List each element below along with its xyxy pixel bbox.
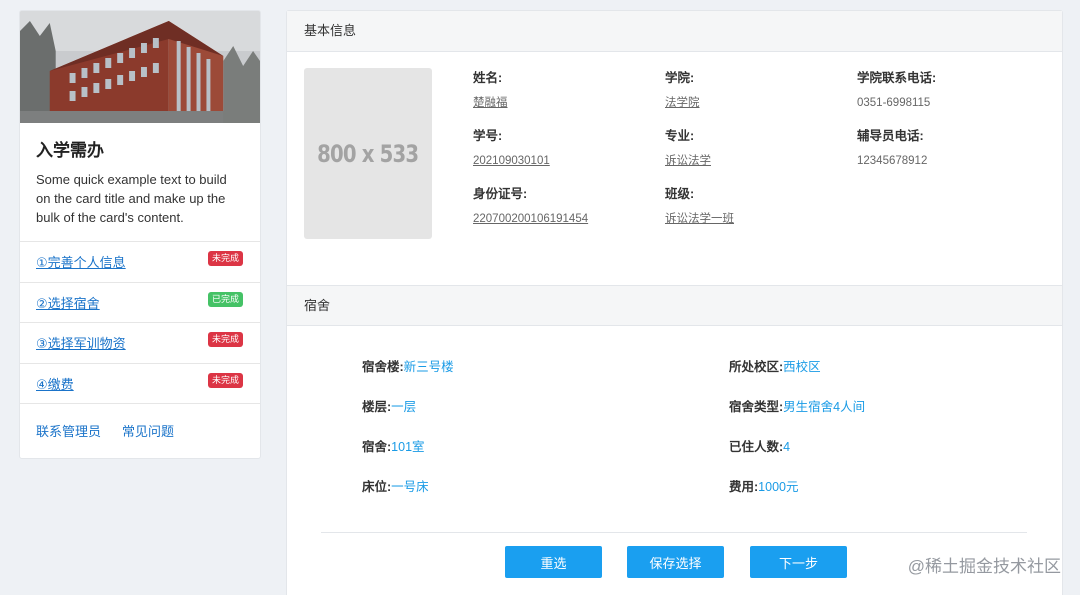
college-phone-label: 学院联系电话:: [857, 71, 937, 85]
floor-field: 楼层:一层: [362, 399, 416, 415]
campus-label: 所处校区:: [729, 360, 784, 374]
list-item: ③选择军训物资 未完成: [20, 323, 260, 364]
card-footer: 联系管理员 常见问题: [20, 404, 260, 457]
student-id-value: 202109030101: [473, 155, 550, 167]
name-label: 姓名:: [473, 71, 503, 85]
fee-value: 1000元: [758, 480, 799, 494]
college-label: 学院:: [665, 71, 695, 85]
list-item: ①完善个人信息 未完成: [20, 242, 260, 283]
building-field: 宿舍楼:新三号楼: [362, 359, 454, 375]
photo-placeholder: 800 x 533: [304, 68, 432, 239]
college-value: 法学院: [665, 97, 700, 109]
class-label: 班级:: [665, 187, 695, 201]
card-title: 入学需办: [36, 141, 104, 160]
college-field: 学院: 法学院: [665, 70, 700, 110]
placeholder-text: 800 x 533: [317, 139, 419, 168]
status-badge: 未完成: [207, 372, 243, 388]
college-phone-value: 0351-6998115: [857, 97, 931, 109]
list-item: ②选择宿舍 已完成: [20, 283, 260, 323]
status-badge: 未完成: [207, 332, 243, 348]
occupants-value: 4: [783, 440, 791, 454]
basic-info-header: 基本信息: [287, 11, 1062, 52]
bed-value: 一号床: [391, 480, 429, 494]
step-link-dorm[interactable]: ②选择宿舍: [36, 293, 100, 312]
major-label: 专业:: [665, 129, 695, 143]
reselect-button[interactable]: 重选: [505, 546, 602, 578]
occupants-field: 已住人数:4: [729, 439, 790, 455]
major-value: 诉讼法学: [665, 155, 711, 167]
student-id-field: 学号: 202109030101: [473, 128, 550, 168]
fee-field: 费用:1000元: [729, 479, 798, 495]
name-value: 楚融福: [473, 97, 508, 109]
status-badge: 已完成: [207, 291, 243, 307]
id-card-value: 220700200106191454: [473, 213, 589, 225]
counselor-phone-value: 12345678912: [857, 155, 928, 167]
status-badge: 未完成: [207, 251, 243, 267]
save-selection-button[interactable]: 保存选择: [627, 546, 724, 578]
bed-field: 床位:一号床: [362, 479, 429, 495]
dorm-type-value: 男生宿舍4人间: [783, 400, 866, 414]
fee-label: 费用:: [729, 480, 759, 494]
dorm-header: 宿舍: [287, 285, 1062, 326]
main-panel: 基本信息 800 x 533 姓名: 楚融福 学号: 202109030101 …: [286, 10, 1063, 595]
faq-link[interactable]: 常见问题: [122, 421, 174, 440]
class-value: 诉讼法学一班: [665, 213, 734, 225]
campus-building-image: [20, 11, 260, 123]
campus-value: 西校区: [783, 360, 821, 374]
floor-value: 一层: [391, 400, 417, 414]
todo-card: 入学需办 Some quick example text to build on…: [19, 10, 261, 459]
dorm-type-label: 宿舍类型:: [729, 400, 784, 414]
building-value: 新三号楼: [403, 360, 454, 374]
occupants-label: 已住人数:: [729, 440, 784, 454]
counselor-phone-field: 辅导员电话: 12345678912: [857, 128, 927, 168]
counselor-phone-label: 辅导员电话:: [857, 129, 924, 143]
dorm-section: 宿舍楼:新三号楼 楼层:一层 宿舍:101室 床位:一号床 所处校区:西校区 宿…: [287, 326, 1062, 578]
room-field: 宿舍:101室: [362, 439, 425, 455]
room-value: 101室: [391, 440, 425, 454]
step-link-personal-info[interactable]: ①完善个人信息: [36, 252, 126, 271]
next-step-button[interactable]: 下一步: [750, 546, 847, 578]
divider: [321, 532, 1027, 533]
step-link-payment[interactable]: ④缴费: [36, 374, 74, 393]
campus-field: 所处校区:西校区: [729, 359, 821, 375]
class-field: 班级: 诉讼法学一班: [665, 186, 734, 226]
step-link-military-supplies[interactable]: ③选择军训物资: [36, 333, 126, 352]
building-label: 宿舍楼:: [362, 360, 404, 374]
contact-admin-link[interactable]: 联系管理员: [36, 421, 101, 440]
step-list: ①完善个人信息 未完成 ②选择宿舍 已完成 ③选择军训物资 未完成 ④缴费 未完…: [20, 241, 260, 404]
watermark: @稀土掘金技术社区: [907, 557, 1061, 576]
floor-label: 楼层:: [362, 400, 392, 414]
list-item: ④缴费 未完成: [20, 364, 260, 404]
major-field: 专业: 诉讼法学: [665, 128, 711, 168]
college-phone-field: 学院联系电话: 0351-6998115: [857, 70, 936, 110]
card-text: Some quick example text to build on the …: [36, 172, 227, 225]
basic-info-section: 800 x 533 姓名: 楚融福 学号: 202109030101 身份证号:…: [287, 52, 1062, 285]
name-field: 姓名: 楚融福: [473, 70, 508, 110]
id-card-field: 身份证号: 220700200106191454: [473, 186, 588, 226]
id-card-label: 身份证号:: [473, 187, 528, 201]
bed-label: 床位:: [362, 480, 392, 494]
dorm-type-field: 宿舍类型:男生宿舍4人间: [729, 399, 865, 415]
room-label: 宿舍:: [362, 440, 392, 454]
student-id-label: 学号:: [473, 129, 503, 143]
